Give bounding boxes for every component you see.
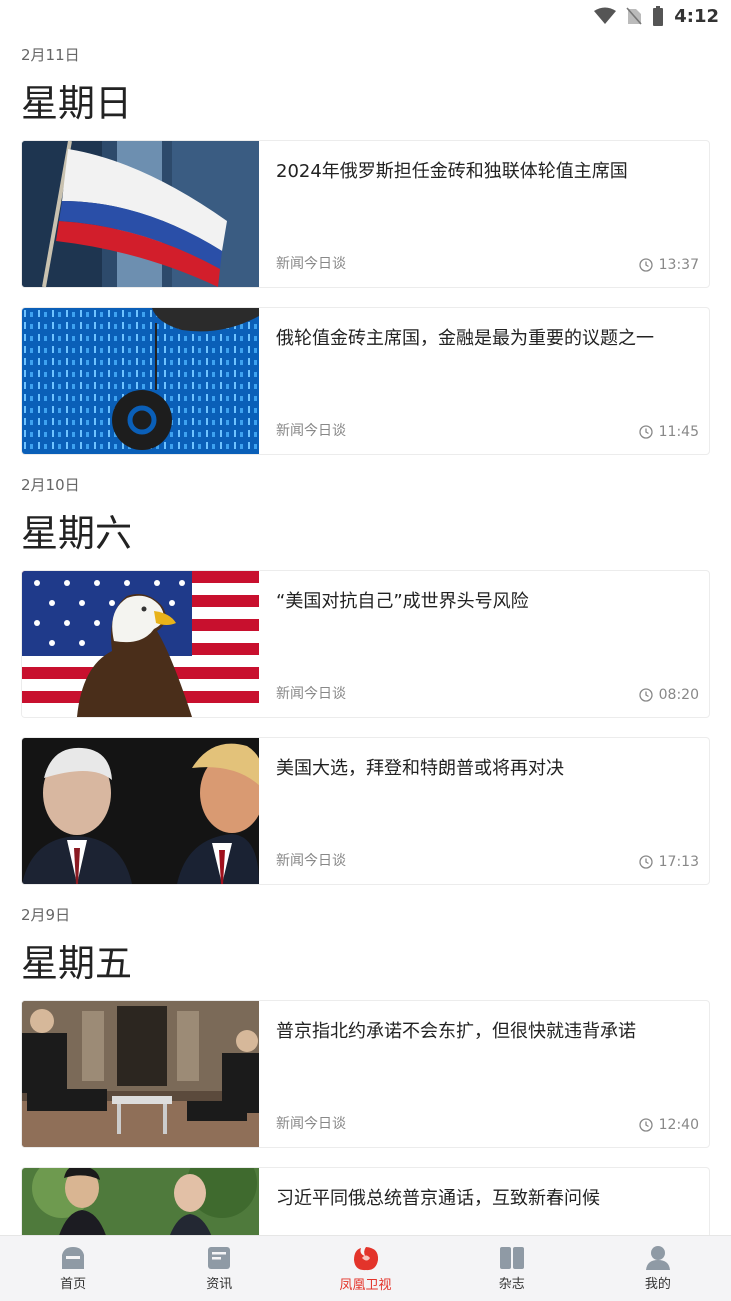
bottom-tab-bar: 首页 资讯 凤凰卫视 杂志 我的 [0, 1235, 731, 1301]
article-card[interactable]: 习近平同俄总统普京通话，互致新春问候 [21, 1167, 710, 1236]
date-label: 2月10日 [21, 476, 80, 494]
article-source: 新闻今日谈 [276, 423, 346, 439]
status-time: 4:12 [674, 5, 719, 27]
article-title: “美国对抗自己”成世界头号风险 [276, 591, 529, 612]
article-card[interactable]: “美国对抗自己”成世界头号风险 新闻今日谈 08:20 [21, 570, 710, 718]
clock-icon [638, 258, 653, 272]
article-thumbnail [22, 1168, 259, 1236]
magazine-icon [499, 1247, 524, 1269]
tab-label: 首页 [60, 1277, 87, 1292]
article-time-text: 11:45 [658, 424, 699, 440]
date-section: 2月9日 星期五 普京指北约承诺不会东扩，但很快就违背承诺 新闻今日谈 12:4… [0, 904, 731, 1236]
article-body: 美国大选，拜登和特朗普或将再对决 新闻今日谈 17:13 [259, 738, 709, 884]
tab-home[interactable]: 首页 [0, 1236, 146, 1301]
tab-label: 我的 [644, 1277, 671, 1292]
article-body: 普京指北约承诺不会东扩，但很快就违背承诺 新闻今日谈 12:40 [259, 1001, 709, 1147]
article-body: 习近平同俄总统普京通话，互致新春问候 [259, 1168, 709, 1236]
article-card[interactable]: 2024年俄罗斯担任金砖和独联体轮值主席国 新闻今日谈 13:37 [21, 140, 710, 288]
no-sim-icon [626, 7, 642, 25]
tab-phoenix-tv[interactable]: 凤凰卫视 [292, 1236, 438, 1301]
article-thumbnail [22, 571, 259, 717]
clock-icon [638, 688, 653, 702]
date-label: 2月11日 [21, 46, 80, 64]
status-bar: 4:12 [0, 0, 731, 32]
article-body: “美国对抗自己”成世界头号风险 新闻今日谈 08:20 [259, 571, 709, 717]
news-icon [208, 1247, 231, 1269]
clock-icon [638, 855, 653, 869]
article-title: 普京指北约承诺不会东扩，但很快就违背承诺 [276, 1021, 636, 1042]
tab-magazine[interactable]: 杂志 [439, 1236, 585, 1301]
article-title: 俄轮值金砖主席国，金融是最为重要的议题之一 [276, 328, 654, 349]
tab-news[interactable]: 资讯 [146, 1236, 292, 1301]
tab-profile[interactable]: 我的 [585, 1236, 731, 1301]
home-icon [62, 1247, 85, 1269]
article-card[interactable]: 俄轮值金砖主席国，金融是最为重要的议题之一 新闻今日谈 11:45 [21, 307, 710, 455]
article-time: 13:37 [638, 257, 699, 273]
weekday-heading: 星期六 [21, 512, 132, 555]
tab-label: 杂志 [498, 1277, 525, 1292]
article-time-text: 08:20 [658, 687, 699, 703]
article-thumbnail [22, 738, 259, 884]
article-title: 2024年俄罗斯担任金砖和独联体轮值主席国 [276, 161, 628, 182]
phoenix-icon [353, 1247, 378, 1271]
tab-label: 凤凰卫视 [339, 1278, 392, 1293]
article-time-text: 12:40 [658, 1117, 699, 1133]
article-source: 新闻今日谈 [276, 1116, 346, 1132]
clock-icon [638, 1118, 653, 1132]
article-card[interactable]: 普京指北约承诺不会东扩，但很快就违背承诺 新闻今日谈 12:40 [21, 1000, 710, 1148]
article-source: 新闻今日谈 [276, 853, 346, 869]
article-time: 08:20 [638, 687, 699, 703]
article-time-text: 13:37 [658, 257, 699, 273]
article-thumbnail [22, 141, 259, 287]
news-feed[interactable]: 2月11日 星期日 2024年俄罗斯担任金砖和独联体轮值主席国 新闻今日谈 13… [0, 32, 731, 1236]
article-body: 2024年俄罗斯担任金砖和独联体轮值主席国 新闻今日谈 13:37 [259, 141, 709, 287]
article-source: 新闻今日谈 [276, 256, 346, 272]
date-label: 2月9日 [21, 906, 71, 924]
wifi-icon [594, 7, 617, 24]
article-source: 新闻今日谈 [276, 686, 346, 702]
date-section: 2月10日 星期六 “美国对抗自己”成世界头号风险 新闻今日谈 08:20 美国… [0, 474, 731, 885]
article-card[interactable]: 美国大选，拜登和特朗普或将再对决 新闻今日谈 17:13 [21, 737, 710, 885]
article-time-text: 17:13 [658, 854, 699, 870]
clock-icon [638, 425, 653, 439]
tab-label: 资讯 [206, 1277, 233, 1292]
article-time: 17:13 [638, 854, 699, 870]
article-thumbnail [22, 1001, 259, 1147]
battery-icon [653, 6, 664, 26]
weekday-heading: 星期日 [21, 82, 132, 125]
profile-icon [645, 1246, 670, 1270]
weekday-heading: 星期五 [21, 942, 132, 985]
article-thumbnail [22, 308, 259, 454]
date-section: 2月11日 星期日 2024年俄罗斯担任金砖和独联体轮值主席国 新闻今日谈 13… [0, 44, 731, 455]
article-time: 11:45 [638, 424, 699, 440]
article-body: 俄轮值金砖主席国，金融是最为重要的议题之一 新闻今日谈 11:45 [259, 308, 709, 454]
article-title: 习近平同俄总统普京通话，互致新春问候 [276, 1188, 600, 1209]
article-time: 12:40 [638, 1117, 699, 1133]
article-title: 美国大选，拜登和特朗普或将再对决 [276, 758, 564, 779]
